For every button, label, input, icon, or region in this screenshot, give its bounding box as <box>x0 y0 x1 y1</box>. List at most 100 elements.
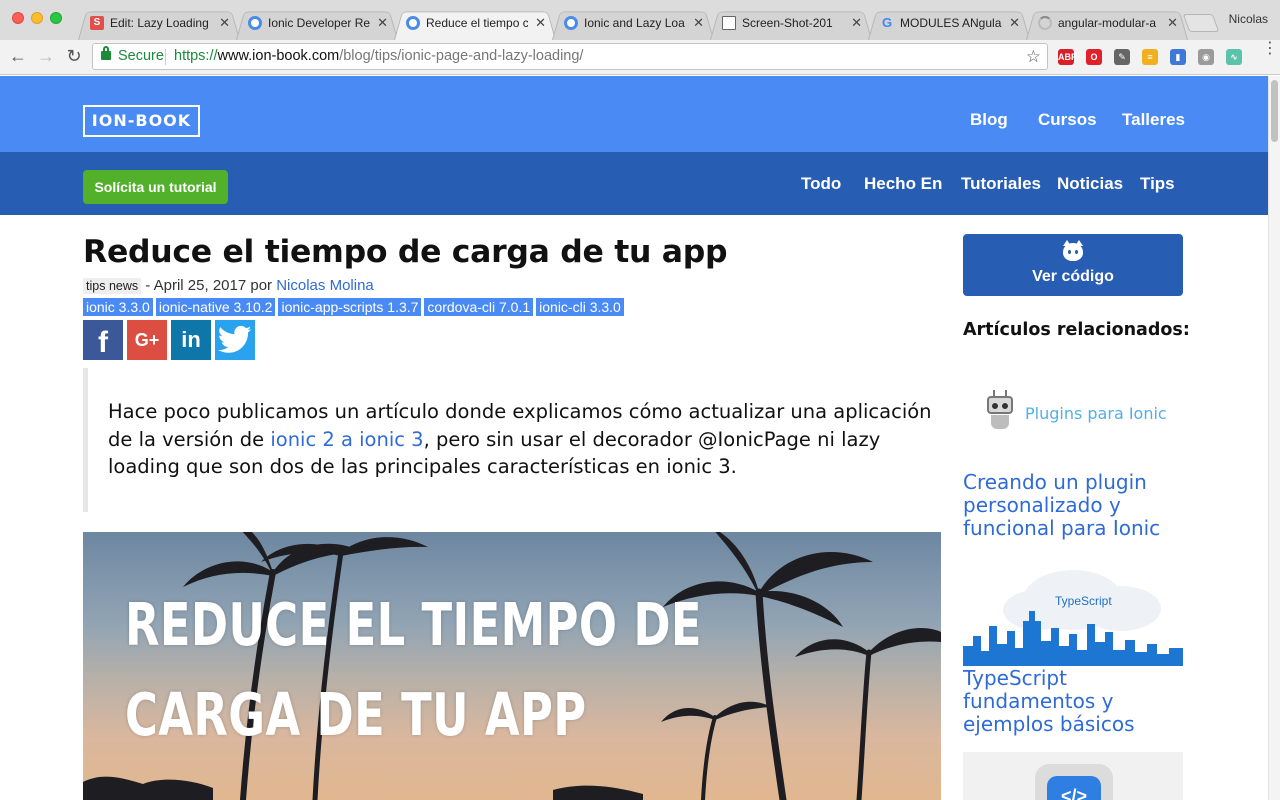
close-window-button[interactable] <box>12 12 24 24</box>
nav-link-blog[interactable]: Blog <box>970 110 1008 130</box>
scrollbar-thumb[interactable] <box>1271 80 1278 142</box>
wave-icon[interactable]: ∿ <box>1226 49 1242 65</box>
related-article-thumbnail[interactable]: </> <box>963 752 1183 800</box>
publish-date: - April 25, 2017 por <box>141 277 277 294</box>
adblock-icon[interactable]: ABP <box>1058 49 1077 65</box>
secure-label: Secure <box>118 48 164 64</box>
tab-title: Ionic and Lazy Loa <box>584 16 685 30</box>
loading-favicon-icon <box>1038 16 1052 30</box>
browser-tab[interactable]: G MODULES ANgula ✕ <box>868 8 1030 40</box>
close-tab-icon[interactable]: ✕ <box>219 8 230 38</box>
browser-tab-strip: S Edit: Lazy Loading ✕ Ionic Developer R… <box>0 0 1280 40</box>
related-article-title[interactable]: TypeScript fundamentos y ejemplos básico… <box>963 667 1188 736</box>
ext-blue-icon[interactable]: ▮ <box>1170 49 1186 65</box>
document-favicon-icon <box>722 16 736 30</box>
browser-tab[interactable]: Ionic and Lazy Loa ✕ <box>552 8 714 40</box>
palm-trees-silhouette <box>83 532 941 800</box>
forward-arrow-icon[interactable]: → <box>34 44 58 68</box>
tag-label: tips <box>86 279 106 293</box>
close-tab-icon[interactable]: ✕ <box>1009 8 1020 38</box>
ionic-upgrade-link[interactable]: ionic 2 a ionic 3 <box>270 428 423 451</box>
ring-favicon-icon <box>564 16 578 30</box>
site-header: ION-BOOK Blog Cursos Talleres <box>0 76 1268 152</box>
city-skyline-icon <box>963 611 1183 666</box>
url-scheme: https:// <box>174 48 218 64</box>
back-arrow-icon[interactable]: ← <box>6 44 30 68</box>
browser-tab-active[interactable]: Reduce el tiempo c ✕ <box>394 8 556 40</box>
thumbnail-caption: Plugins para Ionic <box>1025 404 1167 423</box>
close-tab-icon[interactable]: ✕ <box>1167 8 1178 38</box>
hero-image: REDUCE EL TIEMPO DE CARGA DE TU APP <box>83 532 941 800</box>
close-tab-icon[interactable]: ✕ <box>693 8 704 38</box>
google-plus-share-button[interactable]: G+ <box>127 320 167 360</box>
code-icon: </> <box>1047 776 1101 800</box>
app-icon: </> <box>1035 764 1113 800</box>
opera-icon[interactable]: O <box>1086 49 1102 65</box>
tab-title: Reduce el tiempo c <box>426 16 528 30</box>
tag-badge[interactable]: tips news <box>83 278 142 294</box>
site-logo[interactable]: ION-BOOK <box>83 105 200 137</box>
twitter-bird-icon <box>217 325 252 353</box>
version-badge: ionic-native 3.10.2 <box>155 298 276 316</box>
divider <box>165 49 166 65</box>
browser-tab[interactable]: S Edit: Lazy Loading ✕ <box>78 8 240 40</box>
category-bar: Solícita un tutorial Todo Hecho En Tutor… <box>0 152 1268 215</box>
close-tab-icon[interactable]: ✕ <box>851 8 862 38</box>
camera-icon[interactable]: ◉ <box>1198 49 1214 65</box>
version-badge: ionic-app-scripts 1.3.7 <box>278 298 422 316</box>
request-tutorial-button[interactable]: Solícita un tutorial <box>83 170 228 204</box>
related-article-thumbnail[interactable]: Plugins para Ionic <box>963 360 1183 470</box>
category-link-hecho-en[interactable]: Hecho En <box>864 174 942 194</box>
linkedin-share-button[interactable]: in <box>171 320 211 360</box>
article-meta: tips news - April 25, 2017 por Nicolas M… <box>83 277 374 294</box>
tab-title: Edit: Lazy Loading <box>110 16 209 30</box>
url-text[interactable]: https://www.ion-book.com/blog/tips/ionic… <box>174 44 583 69</box>
close-tab-icon[interactable]: ✕ <box>377 8 388 38</box>
related-articles-heading: Artículos relacionados: <box>963 320 1190 340</box>
ring-favicon-icon <box>406 16 420 30</box>
nav-link-talleres[interactable]: Talleres <box>1122 110 1185 130</box>
version-badge: cordova-cli 7.0.1 <box>424 298 534 316</box>
category-link-tips[interactable]: Tips <box>1140 174 1175 194</box>
twitter-share-button[interactable] <box>215 320 255 360</box>
minimize-window-button[interactable] <box>31 12 43 24</box>
view-code-button[interactable]: Ver código <box>963 234 1183 296</box>
address-bar[interactable]: Secure https://www.ion-book.com/blog/tip… <box>92 43 1048 70</box>
nav-link-cursos[interactable]: Cursos <box>1038 110 1097 130</box>
view-code-label: Ver código <box>1032 268 1114 285</box>
tab-title: Screen-Shot-201 <box>742 16 833 30</box>
browser-tab[interactable]: angular-modular-a ✕ <box>1026 8 1188 40</box>
google-favicon-icon: G <box>881 15 893 30</box>
bookmark-star-icon[interactable]: ☆ <box>1026 44 1041 69</box>
article-intro-quote: Hace poco publicamos un artículo donde e… <box>83 368 941 512</box>
version-badge: ionic 3.3.0 <box>83 298 153 316</box>
facebook-share-button[interactable]: f <box>83 320 123 360</box>
related-article-thumbnail[interactable]: TypeScript <box>963 556 1183 666</box>
eyedropper-icon[interactable]: ✎ <box>1114 49 1130 65</box>
category-link-noticias[interactable]: Noticias <box>1057 174 1123 194</box>
tag-label: news <box>108 279 139 293</box>
related-article-title[interactable]: Creando un plugin personalizado y funcio… <box>963 471 1188 540</box>
fullscreen-window-button[interactable] <box>50 12 62 24</box>
page-scrollbar[interactable] <box>1268 76 1280 800</box>
category-link-todo[interactable]: Todo <box>801 174 841 194</box>
ring-favicon-icon <box>248 16 262 30</box>
profile-name[interactable]: Nicolas <box>1229 12 1268 26</box>
category-link-tutoriales[interactable]: Tutoriales <box>961 174 1041 194</box>
robot-plugin-icon <box>985 390 1015 430</box>
author-link[interactable]: Nicolas Molina <box>276 277 374 294</box>
github-cat-icon <box>1063 240 1083 261</box>
browser-menu-icon[interactable]: ⋮ <box>1262 41 1278 57</box>
notes-icon[interactable]: ≡ <box>1142 49 1158 65</box>
article-title: Reduce el tiempo de carga de tu app <box>83 234 728 270</box>
lock-icon <box>101 46 111 60</box>
browser-tab[interactable]: Ionic Developer Re ✕ <box>236 8 398 40</box>
share-buttons: f G+ in <box>83 320 259 360</box>
reload-icon[interactable]: ↻ <box>62 44 86 68</box>
version-badge: ionic-cli 3.3.0 <box>536 298 624 316</box>
new-tab-button[interactable] <box>1182 14 1220 32</box>
tab-title: angular-modular-a <box>1058 16 1157 30</box>
browser-tab[interactable]: Screen-Shot-201 ✕ <box>710 8 872 40</box>
close-tab-icon[interactable]: ✕ <box>535 8 546 38</box>
version-badges: ionic 3.3.0 ionic-native 3.10.2 ionic-ap… <box>83 298 627 316</box>
